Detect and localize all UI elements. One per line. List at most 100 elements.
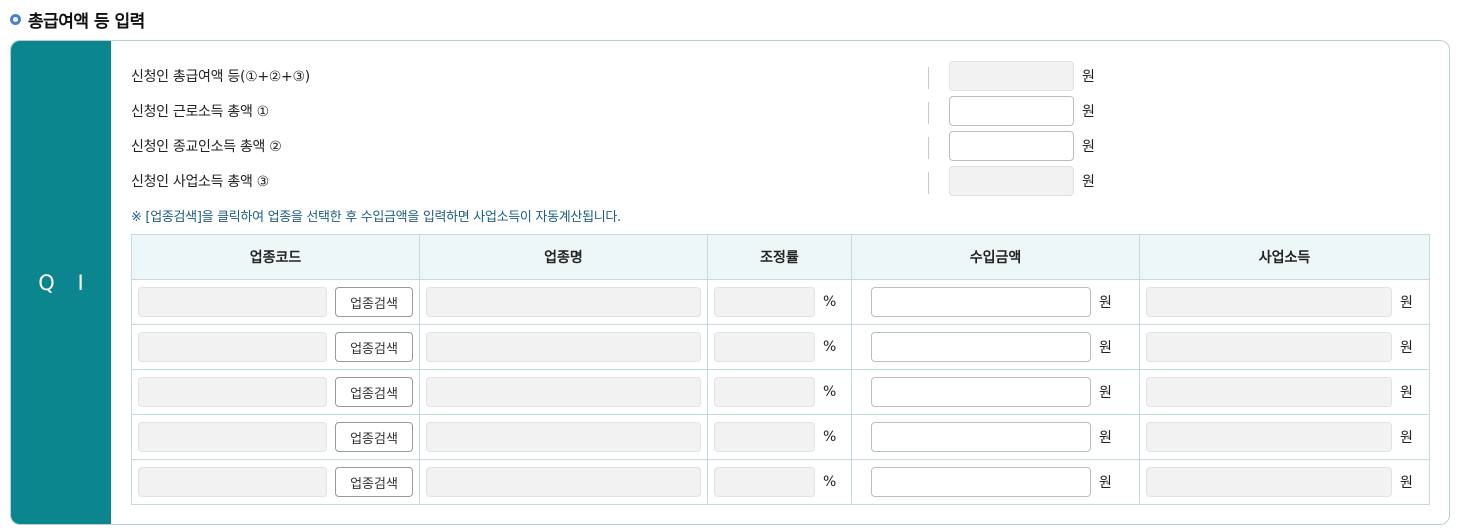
- won-unit: 원: [1099, 340, 1112, 356]
- adjust-rate-cell: %: [707, 369, 852, 415]
- industry-search-button[interactable]: 업종검색: [335, 467, 413, 497]
- adjust-rate-cell: %: [707, 279, 852, 325]
- business-income-cell: 원: [1139, 279, 1430, 325]
- divider: [928, 102, 929, 124]
- table-row: 업종검색 % 원 원: [131, 459, 1430, 505]
- summary-label: 신청인 사업소득 총액 ③: [131, 174, 269, 190]
- summary-label: 신청인 종교인소득 총액 ②: [131, 139, 282, 155]
- won-unit: 원: [1099, 295, 1112, 311]
- adjust-rate-field: [714, 467, 815, 497]
- industry-code-cell: 업종검색: [131, 414, 420, 460]
- industry-search-button[interactable]: 업종검색: [335, 422, 413, 452]
- wage-income-input[interactable]: [949, 96, 1074, 126]
- industry-name-cell: [419, 324, 708, 370]
- notice-text: ※ [업종검색]을 클릭하여 업종을 선택한 후 수입금액을 입력하면 사업소득…: [131, 210, 621, 225]
- adjust-rate-field: [714, 287, 815, 317]
- revenue-cell: 원: [851, 324, 1140, 370]
- percent-unit: %: [823, 474, 837, 490]
- industry-search-button[interactable]: 업종검색: [335, 332, 413, 362]
- bullet-circle-icon: [10, 13, 21, 25]
- unit-label: 원: [1082, 139, 1095, 155]
- unit-label: 원: [1082, 174, 1095, 190]
- summary-row-business: 신청인 사업소득 총액 ③ 원: [131, 166, 1095, 196]
- revenue-input[interactable]: [871, 467, 1091, 497]
- section-title: 총급여액 등 입력: [28, 11, 145, 32]
- business-income-total-field: [949, 166, 1074, 196]
- table-row: 업종검색 % 원 원: [131, 414, 1430, 460]
- business-income-cell: 원: [1139, 369, 1430, 415]
- adjust-rate-field: [714, 377, 815, 407]
- adjust-rate-field: [714, 422, 815, 452]
- header-industry-name: 업종명: [419, 234, 708, 280]
- revenue-input[interactable]: [871, 377, 1091, 407]
- industry-name-field: [426, 422, 701, 452]
- business-income-field: [1146, 287, 1392, 317]
- revenue-cell: 원: [851, 459, 1140, 505]
- industry-code-cell: 업종검색: [131, 459, 420, 505]
- revenue-cell: 원: [851, 369, 1140, 415]
- percent-unit: %: [823, 339, 837, 355]
- header-adjust-rate: 조정률: [707, 234, 852, 280]
- header-revenue: 수입금액: [851, 234, 1140, 280]
- panel-label: Q I: [11, 41, 111, 524]
- total-income-field: [949, 61, 1074, 91]
- industry-search-button[interactable]: 업종검색: [335, 377, 413, 407]
- revenue-input[interactable]: [871, 287, 1091, 317]
- divider: [928, 67, 929, 89]
- industry-name-cell: [419, 414, 708, 460]
- industry-code-field: [138, 332, 327, 362]
- industry-name-cell: [419, 279, 708, 325]
- summary-row-total: 신청인 총급여액 등(①+②+③) 원: [131, 61, 1095, 91]
- section-header: 총급여액 등 입력: [10, 8, 145, 32]
- adjust-rate-cell: %: [707, 459, 852, 505]
- industry-name-cell: [419, 459, 708, 505]
- revenue-input[interactable]: [871, 422, 1091, 452]
- percent-unit: %: [823, 294, 837, 310]
- industry-name-field: [426, 332, 701, 362]
- table-row: 업종검색 % 원 원: [131, 279, 1430, 325]
- industry-code-cell: 업종검색: [131, 279, 420, 325]
- table-row: 업종검색 % 원 원: [131, 324, 1430, 370]
- business-income-cell: 원: [1139, 324, 1430, 370]
- revenue-cell: 원: [851, 414, 1140, 460]
- panel-body: 신청인 총급여액 등(①+②+③) 원 신청인 근로소득 총액 ① 원 신청인 …: [111, 41, 1449, 524]
- income-panel: Q I 신청인 총급여액 등(①+②+③) 원 신청인 근로소득 총액 ① 원 …: [10, 40, 1450, 525]
- adjust-rate-cell: %: [707, 324, 852, 370]
- won-unit: 원: [1400, 385, 1413, 401]
- summary-row-wage: 신청인 근로소득 총액 ① 원: [131, 96, 1095, 126]
- business-income-field: [1146, 467, 1392, 497]
- revenue-input[interactable]: [871, 332, 1091, 362]
- industry-code-field: [138, 377, 327, 407]
- won-unit: 원: [1099, 430, 1112, 446]
- industry-code-field: [138, 422, 327, 452]
- industry-code-cell: 업종검색: [131, 324, 420, 370]
- business-income-field: [1146, 332, 1392, 362]
- percent-unit: %: [823, 429, 837, 445]
- industry-name-field: [426, 377, 701, 407]
- summary-label: 신청인 총급여액 등(①+②+③): [131, 69, 310, 85]
- business-income-field: [1146, 422, 1392, 452]
- industry-code-cell: 업종검색: [131, 369, 420, 415]
- divider: [928, 137, 929, 159]
- header-industry-code: 업종코드: [131, 234, 420, 280]
- unit-label: 원: [1082, 69, 1095, 85]
- business-income-cell: 원: [1139, 459, 1430, 505]
- header-business-income: 사업소득: [1139, 234, 1430, 280]
- won-unit: 원: [1099, 475, 1112, 491]
- divider: [928, 172, 929, 194]
- business-income-field: [1146, 377, 1392, 407]
- industry-name-field: [426, 467, 701, 497]
- won-unit: 원: [1400, 295, 1413, 311]
- table-row: 업종검색 % 원 원: [131, 369, 1430, 415]
- adjust-rate-cell: %: [707, 414, 852, 460]
- revenue-cell: 원: [851, 279, 1140, 325]
- industry-code-field: [138, 467, 327, 497]
- won-unit: 원: [1400, 340, 1413, 356]
- summary-label: 신청인 근로소득 총액 ①: [131, 104, 269, 120]
- summary-row-religious: 신청인 종교인소득 총액 ② 원: [131, 131, 1095, 161]
- religious-income-input[interactable]: [949, 131, 1074, 161]
- business-table: 업종코드 업종명 조정률 수입금액 사업소득 업종검색 % 원 원 업종검색 %…: [131, 234, 1430, 505]
- table-header-row: 업종코드 업종명 조정률 수입금액 사업소득: [131, 234, 1430, 280]
- industry-search-button[interactable]: 업종검색: [335, 287, 413, 317]
- business-income-cell: 원: [1139, 414, 1430, 460]
